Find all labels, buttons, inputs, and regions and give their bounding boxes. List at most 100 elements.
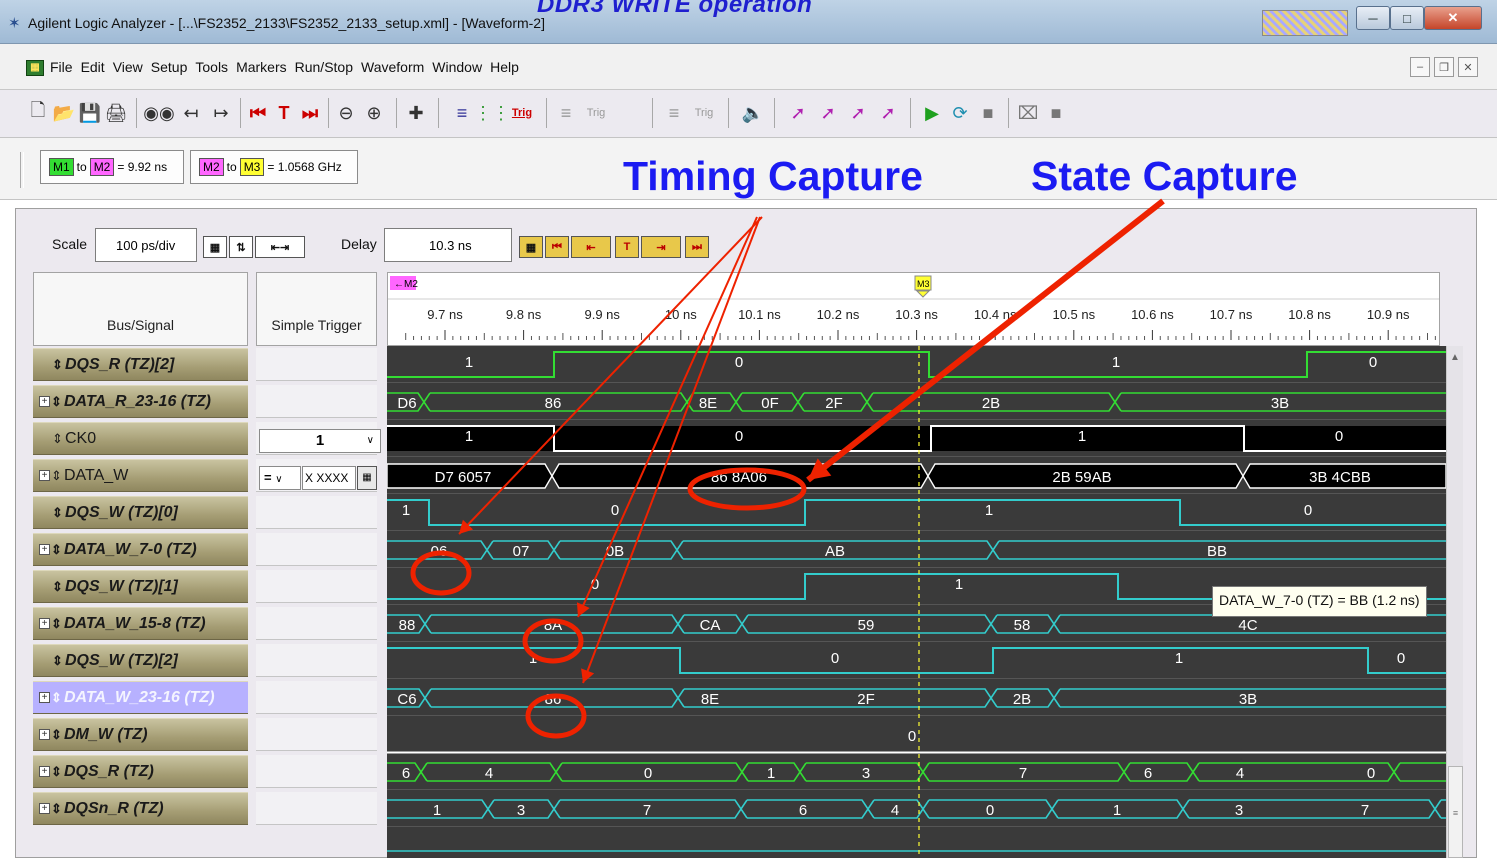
expand-icon[interactable]: + (39, 766, 50, 777)
data-w-operator-select[interactable]: = ∨ (259, 466, 301, 490)
run-button[interactable]: ▶ (920, 100, 944, 126)
scale-edge-button[interactable]: ⇅ (229, 236, 253, 258)
data-w-calc-button[interactable]: ▦ (357, 466, 377, 490)
scale-field[interactable]: 100 ps/div (95, 228, 197, 262)
menu-setup[interactable]: Setup (151, 59, 196, 75)
signal-row[interactable]: ⇕ DQS_W (TZ)[0] (33, 496, 248, 529)
mdi-restore-button[interactable]: ❐ (1434, 57, 1454, 77)
new-file-button[interactable]: 🗋 (26, 100, 50, 126)
marker-tool-2[interactable]: ➚ (814, 100, 842, 126)
menu-tools[interactable]: Tools (195, 59, 236, 75)
scale-fit-button[interactable]: ⇤⇥ (255, 236, 305, 258)
open-button[interactable]: 📂 (52, 100, 76, 126)
delay-calc-button[interactable]: ▦ (519, 236, 543, 258)
disabled-trig-button[interactable]: Trig (582, 100, 610, 126)
minimize-button[interactable]: ─ (1356, 6, 1390, 30)
toolbar-grip[interactable] (20, 152, 24, 188)
bus-signal-header[interactable]: Bus/Signal (33, 272, 248, 346)
mdi-minimize-button[interactable]: – (1410, 57, 1430, 77)
close-button[interactable]: ✕ (1424, 6, 1482, 30)
go-start-button[interactable]: ⏮ (246, 100, 270, 126)
menu-help[interactable]: Help (490, 59, 527, 75)
trigger-cell[interactable]: 1 ∨ (256, 422, 381, 455)
trigger-cell[interactable] (256, 792, 377, 825)
time-ruler[interactable]: ←M2 M3 9.7 ns 9.8 ns 9.9 ns 10 ns 10.1 ns 10.2 … (387, 272, 1440, 346)
go-end-button[interactable]: ⏭ (298, 100, 322, 126)
menu-edit[interactable]: Edit (81, 59, 113, 75)
signal-row[interactable]: + ⇕ DATA_R_23-16 (TZ) (33, 385, 248, 418)
save-button[interactable]: 💾 (78, 100, 102, 126)
frequency-readout[interactable]: M2 to M3 = 1.0568 GHz (190, 150, 358, 184)
menu-file[interactable]: File (50, 59, 81, 75)
disabled-trig-button-2[interactable]: Trig (690, 100, 718, 126)
expand-icon[interactable]: + (39, 470, 50, 481)
stop-button[interactable]: ■ (976, 100, 1000, 126)
find-button[interactable]: ◉◉ (143, 100, 174, 126)
disabled-tool-button-2[interactable]: ≡ (660, 100, 688, 126)
find-next-button[interactable]: ↦ (208, 100, 234, 126)
trigger-cell[interactable] (256, 385, 377, 418)
signal-row[interactable]: ⇕ DQS_R (TZ)[2] (33, 348, 248, 381)
trigger-cell[interactable]: = ∨ X XXXX ▦ (256, 459, 377, 492)
signal-row[interactable]: + ⇕ DATA_W_23-16 (TZ) (33, 681, 248, 714)
trigger-cell[interactable] (256, 681, 377, 714)
marker-tool-4[interactable]: ➚ (874, 100, 902, 126)
delay-prev-edge-button[interactable]: ⇤ (571, 236, 611, 258)
signal-row[interactable]: + ⇕ DM_W (TZ) (33, 718, 248, 751)
expand-icon[interactable]: + (39, 729, 50, 740)
signal-row[interactable]: ⇕ CK0 (33, 422, 248, 455)
delay-start-button[interactable]: ⏮ (545, 236, 569, 258)
menu-waveform[interactable]: Waveform (361, 59, 432, 75)
delay-next-edge-button[interactable]: ⇥ (641, 236, 681, 258)
find-prev-button[interactable]: ↤ (178, 100, 204, 126)
menu-runstop[interactable]: Run/Stop (295, 59, 361, 75)
trigger-cell[interactable] (256, 570, 377, 603)
signal-row[interactable]: + ⇕ DATA_W_7-0 (TZ) (33, 533, 248, 566)
signal-row[interactable]: + ⇕ DQSn_R (TZ) (33, 792, 248, 825)
scroll-up-icon[interactable]: ▲ (1447, 352, 1463, 363)
insert-signal-button[interactable]: ≡ (448, 100, 476, 126)
zoom-in-button[interactable]: ⊕ (362, 100, 386, 126)
halt-button[interactable]: ■ (1044, 100, 1068, 126)
menu-window[interactable]: Window (432, 59, 490, 75)
simple-trigger-header[interactable]: Simple Trigger (256, 272, 377, 346)
go-trigger-button[interactable]: T (272, 100, 296, 126)
signal-row[interactable]: + ⇕ DATA_W (33, 459, 248, 492)
expand-icon[interactable]: + (39, 544, 50, 555)
trigger-cell[interactable] (256, 718, 377, 751)
menu-markers[interactable]: Markers (236, 59, 295, 75)
expand-icon[interactable]: + (39, 692, 50, 703)
signal-row[interactable]: ⇕ DQS_W (TZ)[2] (33, 644, 248, 677)
signal-grid-button[interactable]: ⋮⋮ (474, 100, 510, 126)
scale-calc-button[interactable]: ▦ (203, 236, 227, 258)
delay-end-button[interactable]: ⏭ (685, 236, 709, 258)
vertical-scrollbar[interactable]: ▲ ≡ (1446, 346, 1463, 858)
zoom-out-button[interactable]: ⊖ (334, 100, 358, 126)
trigger-setup-button[interactable]: Trig (508, 100, 536, 126)
trigger-cell[interactable] (256, 348, 377, 381)
marker-tool-1[interactable]: ➚ (784, 100, 812, 126)
data-w-value-field[interactable]: X XXXX (302, 466, 356, 490)
cancel-button[interactable]: ⌧ (1016, 100, 1040, 126)
delay-trigger-button[interactable]: T (615, 236, 639, 258)
signal-row[interactable]: + ⇕ DATA_W_15-8 (TZ) (33, 607, 248, 640)
expand-icon[interactable]: + (39, 618, 50, 629)
run-repetitive-button[interactable]: ⟳ (948, 100, 972, 126)
cursor-button[interactable]: ✚ (404, 100, 428, 126)
marker-tool-3[interactable]: ➚ (844, 100, 872, 126)
disabled-tool-button[interactable]: ≡ (552, 100, 580, 126)
signal-row[interactable]: ⇕ DQS_W (TZ)[1] (33, 570, 248, 603)
mdi-close-button[interactable]: ✕ (1458, 57, 1478, 77)
delay-field[interactable]: 10.3 ns (384, 228, 512, 262)
scroll-thumb[interactable]: ≡ (1448, 766, 1463, 858)
interval-readout[interactable]: M1 to M2 = 9.92 ns (40, 150, 184, 184)
trigger-cell[interactable] (256, 644, 377, 677)
print-button[interactable]: 🖨 (104, 100, 128, 126)
trigger-cell[interactable] (256, 607, 377, 640)
audio-button[interactable]: 🔈 (740, 100, 766, 126)
trigger-cell[interactable] (256, 496, 377, 529)
expand-icon[interactable]: + (39, 803, 50, 814)
maximize-button[interactable]: □ (1390, 6, 1424, 30)
trigger-cell[interactable] (256, 755, 377, 788)
expand-icon[interactable]: + (39, 396, 50, 407)
